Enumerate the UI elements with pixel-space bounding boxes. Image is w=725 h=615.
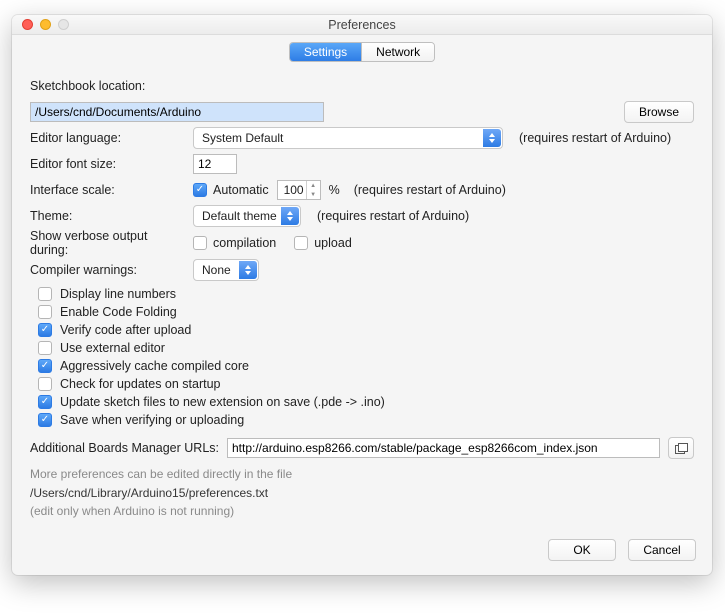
save-when-verify-checkbox[interactable]: Save when verifying or uploading xyxy=(38,413,694,427)
tab-network[interactable]: Network xyxy=(361,43,434,61)
footer-note: More preferences can be edited directly … xyxy=(30,465,694,521)
editor-language-hint: (requires restart of Arduino) xyxy=(519,131,671,145)
theme-select[interactable]: Default theme xyxy=(193,205,301,227)
verbose-compile-checkbox[interactable]: compilation xyxy=(193,236,276,250)
interface-scale-label: Interface scale: xyxy=(30,183,185,197)
ok-button[interactable]: OK xyxy=(548,539,616,561)
verify-after-upload-checkbox[interactable]: Verify code after upload xyxy=(38,323,694,337)
chevron-updown-icon xyxy=(281,207,299,225)
sketchbook-label: Sketchbook location: xyxy=(30,79,220,93)
segmented-control: Settings Network xyxy=(289,42,435,62)
prefs-file-path[interactable]: /Users/cnd/Library/Arduino15/preferences… xyxy=(30,484,694,503)
use-external-editor-checkbox[interactable]: Use external editor xyxy=(38,341,694,355)
editor-language-label: Editor language: xyxy=(30,131,185,145)
verbose-label: Show verbose output during: xyxy=(30,229,185,257)
content: Sketchbook location: Browse Editor langu… xyxy=(12,69,712,531)
window-icon xyxy=(675,443,688,454)
browse-button[interactable]: Browse xyxy=(624,101,694,123)
chevron-updown-icon xyxy=(239,261,257,279)
sketchbook-path-input[interactable] xyxy=(30,102,324,122)
tab-bar: Settings Network xyxy=(12,35,712,69)
enable-code-folding-checkbox[interactable]: Enable Code Folding xyxy=(38,305,694,319)
cancel-button[interactable]: Cancel xyxy=(628,539,696,561)
close-icon[interactable] xyxy=(22,19,33,30)
zoom-icon[interactable] xyxy=(58,19,69,30)
display-line-numbers-checkbox[interactable]: Display line numbers xyxy=(38,287,694,301)
editor-font-label: Editor font size: xyxy=(30,157,185,171)
compiler-warnings-label: Compiler warnings: xyxy=(30,263,185,277)
theme-label: Theme: xyxy=(30,209,185,223)
titlebar[interactable]: Preferences xyxy=(12,15,712,35)
editor-language-select[interactable]: System Default xyxy=(193,127,503,149)
automatic-checkbox[interactable]: Automatic xyxy=(193,183,269,197)
aggressive-cache-checkbox[interactable]: Aggressively cache compiled core xyxy=(38,359,694,373)
minimize-icon[interactable] xyxy=(40,19,51,30)
tab-settings[interactable]: Settings xyxy=(290,43,361,61)
verbose-upload-checkbox[interactable]: upload xyxy=(294,236,352,250)
interface-scale-stepper[interactable]: 100▲▼ xyxy=(277,180,321,200)
boards-url-input[interactable] xyxy=(227,438,660,458)
update-sketch-files-checkbox[interactable]: Update sketch files to new extension on … xyxy=(38,395,694,409)
interface-scale-hint: (requires restart of Arduino) xyxy=(354,183,506,197)
boards-url-label: Additional Boards Manager URLs: xyxy=(30,441,219,455)
preferences-window: Preferences Settings Network Sketchbook … xyxy=(12,15,712,575)
theme-hint: (requires restart of Arduino) xyxy=(317,209,469,223)
compiler-warnings-select[interactable]: None xyxy=(193,259,259,281)
editor-font-input[interactable] xyxy=(193,154,237,174)
chevron-updown-icon xyxy=(483,129,501,147)
expand-urls-button[interactable] xyxy=(668,437,694,459)
window-controls xyxy=(22,19,69,30)
dialog-buttons: OK Cancel xyxy=(12,531,712,575)
check-updates-checkbox[interactable]: Check for updates on startup xyxy=(38,377,694,391)
window-title: Preferences xyxy=(12,18,712,32)
